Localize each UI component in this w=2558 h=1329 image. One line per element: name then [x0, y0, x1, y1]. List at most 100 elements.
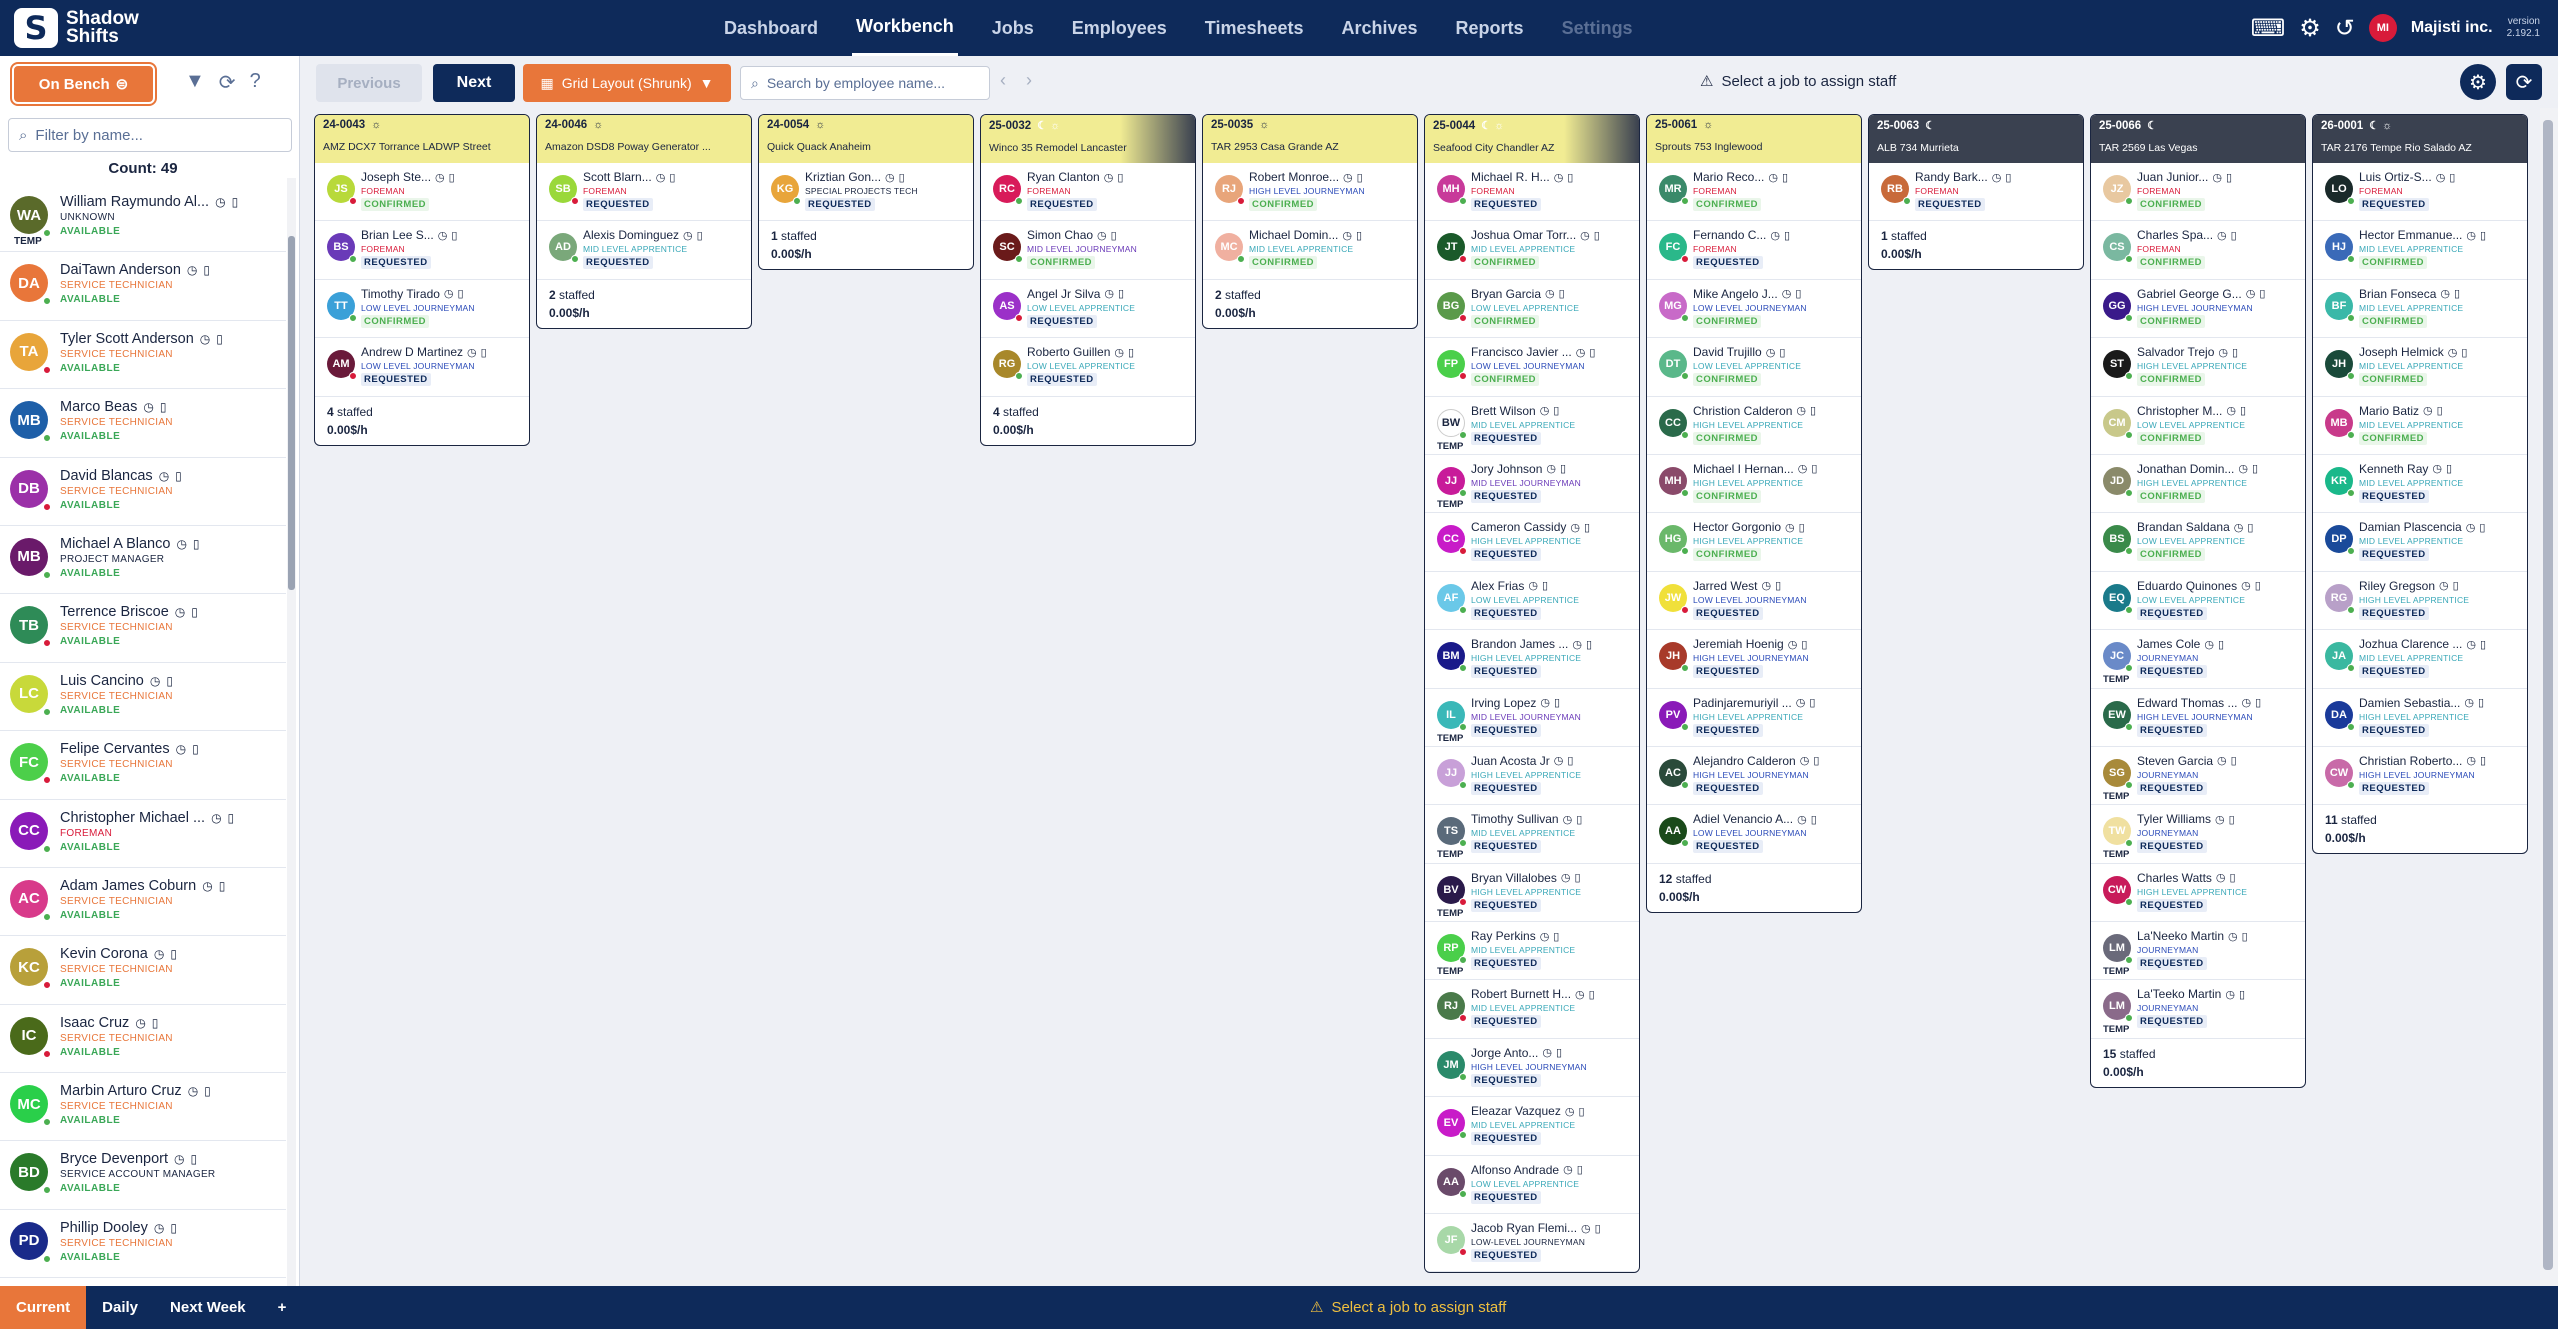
phone-icon[interactable]: ▯ — [2252, 462, 2258, 475]
phone-icon[interactable]: ▯ — [1779, 346, 1785, 359]
clock-icon[interactable]: ◷ — [1554, 754, 1564, 767]
clock-icon[interactable]: ◷ — [1581, 1222, 1591, 1235]
phone-icon[interactable]: ▯ — [1589, 988, 1595, 1001]
clock-icon[interactable]: ◷ — [2466, 521, 2476, 534]
clock-icon[interactable]: ◷ — [1580, 229, 1590, 242]
phone-icon[interactable]: ▯ — [1357, 171, 1363, 184]
clock-icon[interactable]: ◷ — [1788, 638, 1798, 651]
job-header[interactable]: 25-0063 ☾ ALB 734 Murrieta — [1869, 115, 2083, 163]
clock-icon[interactable]: ◷ — [143, 400, 153, 414]
staff-card[interactable]: BS Brian Lee S... ◷ ▯ FOREMAN REQUESTED — [315, 221, 529, 280]
staff-card[interactable]: BV TEMP Bryan Villalobes ◷ ▯ HIGH LEVEL APPRE… — [1425, 864, 1639, 923]
job-header[interactable]: 24-0054 ☼ Quick Quack Anaheim — [759, 115, 973, 163]
phone-icon[interactable]: ▯ — [170, 1221, 177, 1235]
job-header[interactable]: 26-0001 ☾ ☼ TAR 2176 Tempe Rio Salado AZ — [2313, 115, 2527, 163]
clock-icon[interactable]: ◷ — [176, 742, 186, 756]
bench-employee-row[interactable]: TB Terrence Briscoe ◷ ▯ SERVICE TECHNICIAN AV… — [0, 594, 286, 663]
phone-icon[interactable]: ▯ — [192, 742, 199, 756]
bench-employee-row[interactable]: MB Michael A Blanco ◷ ▯ PROJECT MANAGER AVAIL… — [0, 526, 286, 595]
board-settings-icon[interactable]: ⚙ — [2460, 64, 2496, 100]
staff-card[interactable]: RB Randy Bark... ◷ ▯ FOREMAN REQUESTED — [1869, 163, 2083, 222]
phone-icon[interactable]: ▯ — [2242, 930, 2248, 943]
clock-icon[interactable]: ◷ — [2440, 287, 2450, 300]
staff-card[interactable]: KR Kenneth Ray ◷ ▯ MID LEVEL APPRENTICE REQUE… — [2313, 455, 2527, 514]
clock-icon[interactable]: ◷ — [2448, 346, 2458, 359]
clock-icon[interactable]: ◷ — [1797, 813, 1807, 826]
staff-card[interactable]: ST Salvador Trejo ◷ ▯ HIGH LEVEL APPRENTICE C… — [2091, 338, 2305, 397]
clock-icon[interactable]: ◷ — [1546, 462, 1556, 475]
clock-icon[interactable]: ◷ — [1540, 404, 1550, 417]
clock-icon[interactable]: ◷ — [1097, 229, 1107, 242]
phone-icon[interactable]: ▯ — [1784, 229, 1790, 242]
clock-icon[interactable]: ◷ — [159, 469, 169, 483]
bench-employee-row[interactable]: LC Luis Cancino ◷ ▯ SERVICE TECHNICIAN AVAILA… — [0, 663, 286, 732]
clock-icon[interactable]: ◷ — [200, 332, 210, 346]
staff-card[interactable]: JT Joshua Omar Torr... ◷ ▯ MID LEVEL APPRENT… — [1425, 221, 1639, 280]
add-tab-button[interactable]: + — [262, 1286, 303, 1329]
phone-icon[interactable]: ▯ — [1811, 813, 1817, 826]
filter-by-name-input[interactable]: ⌕ Filter by name... — [8, 118, 292, 152]
clock-icon[interactable]: ◷ — [1342, 229, 1352, 242]
staff-card[interactable]: FP Francisco Javier ... ◷ ▯ LOW LEVEL JOURNE… — [1425, 338, 1639, 397]
phone-icon[interactable]: ▯ — [2218, 638, 2224, 651]
phone-icon[interactable]: ▯ — [1799, 521, 1805, 534]
staff-card[interactable]: AM Andrew D Martinez ◷ ▯ LOW LEVEL JOURNEYMA… — [315, 338, 529, 397]
staff-card[interactable]: HJ Hector Emmanue... ◷ ▯ MID LEVEL APPRENTIC… — [2313, 221, 2527, 280]
staff-card[interactable]: RG Riley Gregson ◷ ▯ HIGH LEVEL APPRENTICE RE… — [2313, 572, 2527, 631]
nav-employees[interactable]: Employees — [1068, 2, 1171, 55]
clock-icon[interactable]: ◷ — [2217, 229, 2227, 242]
phone-icon[interactable]: ▯ — [2479, 521, 2485, 534]
staff-card[interactable]: SG TEMP Steven Garcia ◷ ▯ JOURNEYMAN REQUESTED — [2091, 747, 2305, 806]
staff-card[interactable]: AS Angel Jr Silva ◷ ▯ LOW LEVEL APPRENTICE RE… — [981, 280, 1195, 339]
phone-icon[interactable]: ▯ — [2247, 521, 2253, 534]
clock-icon[interactable]: ◷ — [1114, 346, 1124, 359]
phone-icon[interactable]: ▯ — [1128, 346, 1134, 359]
phone-icon[interactable]: ▯ — [193, 537, 200, 551]
staff-card[interactable]: JZ Juan Junior... ◷ ▯ FOREMAN CONFIRMED — [2091, 163, 2305, 222]
phone-icon[interactable]: ▯ — [2231, 754, 2237, 767]
job-column[interactable]: 24-0054 ☼ Quick Quack Anaheim KG Kriztian Go… — [758, 114, 974, 271]
staff-card[interactable]: EV Eleazar Vazquez ◷ ▯ MID LEVEL APPRENTICE R… — [1425, 1097, 1639, 1156]
bench-employee-row[interactable]: FC Felipe Cervantes ◷ ▯ SERVICE TECHNICIAN AV… — [0, 731, 286, 800]
clock-icon[interactable]: ◷ — [1785, 521, 1795, 534]
staff-card[interactable]: MB Mario Batiz ◷ ▯ MID LEVEL APPRENTICE CONFI… — [2313, 397, 2527, 455]
phone-icon[interactable]: ▯ — [2454, 287, 2460, 300]
phone-icon[interactable]: ▯ — [160, 400, 167, 414]
clock-icon[interactable]: ◷ — [135, 1016, 145, 1030]
staff-card[interactable]: JS Joseph Ste... ◷ ▯ FOREMAN CONFIRMED — [315, 163, 529, 222]
phone-icon[interactable]: ▯ — [2005, 171, 2011, 184]
job-header[interactable]: 25-0032 ☾ ☼ Winco 35 Remodel Lancaster — [981, 115, 1195, 163]
clock-icon[interactable]: ◷ — [202, 879, 212, 893]
clock-icon[interactable]: ◷ — [2423, 404, 2433, 417]
staff-card[interactable]: AD Alexis Dominguez ◷ ▯ MID LEVEL APPRENTICE… — [537, 221, 751, 280]
clock-icon[interactable]: ◷ — [467, 346, 477, 359]
staff-card[interactable]: MH Michael R. H... ◷ ▯ FOREMAN REQUESTED — [1425, 163, 1639, 222]
clock-icon[interactable]: ◷ — [683, 229, 693, 242]
phone-icon[interactable]: ▯ — [2480, 638, 2486, 651]
history-icon[interactable]: ↺ — [2335, 14, 2355, 43]
bench-employee-row[interactable]: MC Marbin Arturo Cruz ◷ ▯ SERVICE TECHNICIAN… — [0, 1073, 286, 1142]
staff-card[interactable]: CW Christian Roberto... ◷ ▯ HIGH LEVEL JOURN… — [2313, 747, 2527, 806]
clock-icon[interactable]: ◷ — [154, 947, 164, 961]
nav-jobs[interactable]: Jobs — [988, 2, 1038, 55]
clock-icon[interactable]: ◷ — [1542, 1046, 1552, 1059]
phone-icon[interactable]: ▯ — [2231, 229, 2237, 242]
clock-icon[interactable]: ◷ — [2218, 346, 2228, 359]
clock-icon[interactable]: ◷ — [1800, 754, 1810, 767]
clock-icon[interactable]: ◷ — [1561, 871, 1571, 884]
previous-button[interactable]: Previous — [316, 64, 422, 102]
phone-icon[interactable]: ▯ — [2255, 579, 2261, 592]
clock-icon[interactable]: ◷ — [2216, 871, 2226, 884]
staff-card[interactable]: JW Jarred West ◷ ▯ LOW LEVEL JOURNEYMAN REQUE… — [1647, 572, 1861, 631]
clock-icon[interactable]: ◷ — [656, 171, 666, 184]
staff-card[interactable]: DA Damien Sebastia... ◷ ▯ HIGH LEVEL APPRENT… — [2313, 689, 2527, 747]
clock-icon[interactable]: ◷ — [1570, 521, 1580, 534]
clock-icon[interactable]: ◷ — [2234, 521, 2244, 534]
clock-icon[interactable]: ◷ — [1770, 229, 1780, 242]
phone-icon[interactable]: ▯ — [1554, 696, 1560, 709]
clock-icon[interactable]: ◷ — [1540, 930, 1550, 943]
staff-card[interactable]: SC Simon Chao ◷ ▯ MID LEVEL JOURNEYMAN CONFIR… — [981, 221, 1195, 280]
staff-card[interactable]: FC Fernando C... ◷ ▯ FOREMAN REQUESTED — [1647, 221, 1861, 280]
bench-employee-row[interactable]: KC Kevin Corona ◷ ▯ SERVICE TECHNICIAN AVAILA… — [0, 936, 286, 1005]
phone-icon[interactable]: ▯ — [2229, 813, 2235, 826]
